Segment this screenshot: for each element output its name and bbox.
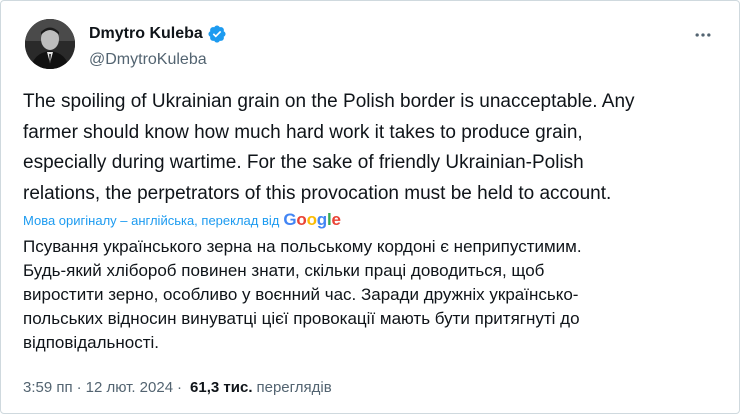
- more-options-button[interactable]: [691, 23, 715, 47]
- avatar[interactable]: [25, 19, 75, 69]
- translated-text-line: виростити зерно, особливо у воєнний час.…: [23, 285, 579, 304]
- avatar-portrait-icon: [25, 19, 75, 69]
- tweet-time[interactable]: 3:59 пп: [23, 379, 73, 396]
- tweet-meta: 3:59 пп · 12 лют. 2024 · 61,3 тис. перег…: [23, 379, 332, 396]
- author-display-name[interactable]: Dmytro Kuleba: [89, 25, 203, 43]
- translated-text-line: польських відносин винуватці цієї провок…: [23, 309, 580, 328]
- tweet-header: Dmytro Kuleba @DmytroKuleba: [21, 15, 721, 75]
- meta-separator: ·: [177, 379, 183, 396]
- tweet-date[interactable]: 12 лют. 2024: [86, 379, 173, 396]
- google-letter: g: [316, 210, 327, 229]
- meta-separator: ·: [76, 379, 82, 396]
- tweet-text-line: especially during wartime. For the sake …: [23, 152, 584, 173]
- google-logo: Google: [283, 210, 341, 230]
- more-horizontal-icon: [695, 33, 711, 37]
- verified-badge-icon: [207, 24, 227, 44]
- author-names: Dmytro Kuleba @DmytroKuleba: [89, 23, 227, 69]
- translated-text-line: відповідальності.: [23, 333, 159, 352]
- tweet-text: The spoiling of Ukrainian grain on the P…: [23, 87, 723, 209]
- translation-notice-link[interactable]: Мова оригіналу – англійська, переклад ві…: [23, 209, 341, 231]
- views-label: переглядів: [256, 379, 332, 396]
- translated-text-line: Псування українського зерна на польськом…: [23, 237, 582, 256]
- google-letter: o: [296, 210, 307, 229]
- google-letter: o: [306, 210, 317, 229]
- tweet-text-line: The spoiling of Ukrainian grain on the P…: [23, 91, 635, 112]
- translated-text: Псування українського зерна на польськом…: [23, 235, 733, 355]
- translation-notice: Мова оригіналу – англійська, переклад ві…: [23, 212, 280, 228]
- tweet-card: Dmytro Kuleba @DmytroKuleba The spoiling…: [0, 0, 740, 414]
- google-letter: G: [283, 210, 297, 229]
- translated-text-line: Будь-який хлібороб повинен знати, скільк…: [23, 261, 545, 280]
- author-handle[interactable]: @DmytroKuleba: [89, 51, 227, 69]
- tweet-text-line: relations, the perpetrators of this prov…: [23, 182, 612, 204]
- google-letter: e: [331, 210, 341, 229]
- tweet-text-line: farmer should know how much hard work it…: [23, 121, 583, 143]
- views-count[interactable]: 61,3 тис.: [190, 379, 252, 396]
